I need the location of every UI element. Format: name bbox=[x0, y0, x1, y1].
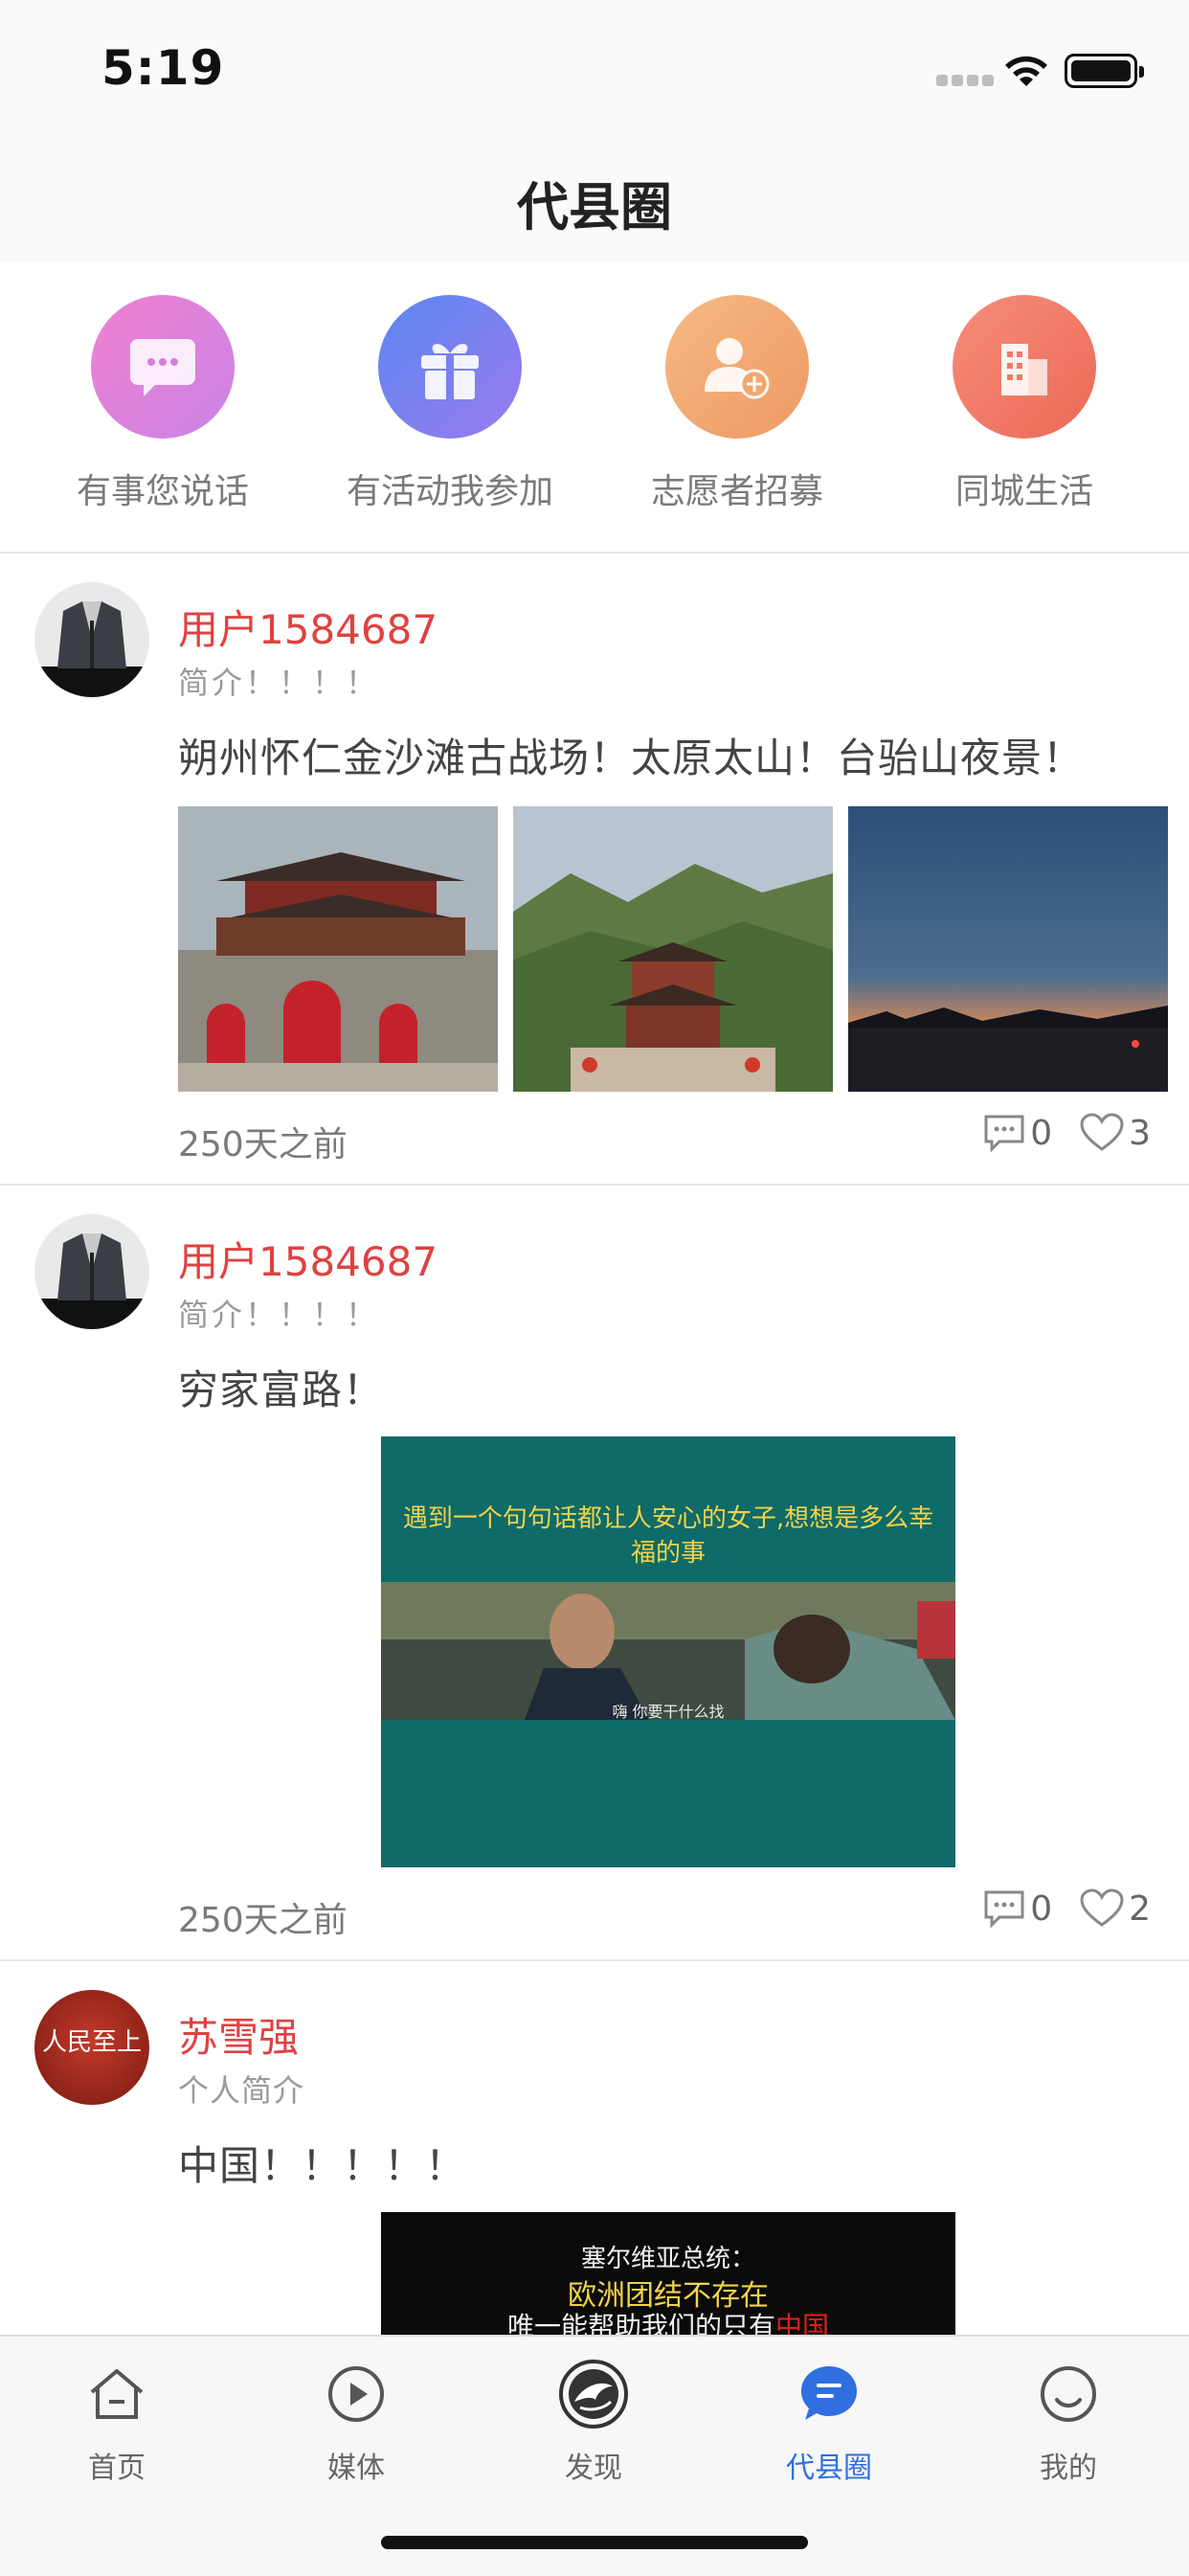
video-caption: 遇到一个句句话都让人安心的女子,想想是多么幸福的事 bbox=[402, 1504, 934, 1568]
post-stats: 0 3 bbox=[955, 1113, 1151, 1153]
category-label: 有事您说话 bbox=[76, 472, 249, 511]
post-card[interactable]: 用户1584687 简介！！！！ 朔州怀仁金沙滩古战场！太原太山！台骀山夜景！ bbox=[0, 554, 1189, 1186]
video-caption-line3-prefix: 唯一能帮助我们的只有 bbox=[506, 2311, 775, 2335]
video-thumbnail[interactable]: 塞尔维亚总统： 欧洲团结不存在 唯一能帮助我们的只有中国 bbox=[381, 2212, 955, 2335]
category-item-activity[interactable]: 有活动我参加 bbox=[325, 295, 574, 513]
home-icon bbox=[21, 2358, 213, 2430]
city-gate-photo[interactable] bbox=[178, 806, 498, 1092]
mountain-pavilion-photo[interactable] bbox=[513, 806, 833, 1092]
heart-icon bbox=[1080, 1113, 1124, 1151]
username[interactable]: 苏雪强 bbox=[178, 2005, 299, 2064]
tab-media[interactable]: 媒体 bbox=[260, 2358, 452, 2486]
tab-daixianquan[interactable]: 代县圈 bbox=[733, 2358, 925, 2486]
status-bar: 5:19 bbox=[0, 0, 1189, 144]
tab-label: 媒体 bbox=[327, 2452, 385, 2485]
post-time: 250天之前 bbox=[178, 1901, 348, 1940]
tab-discover[interactable]: 发现 bbox=[498, 2358, 689, 2486]
tab-home[interactable]: 首页 bbox=[21, 2358, 213, 2486]
avatar-text: 人民至上 bbox=[41, 2028, 142, 2057]
play-icon bbox=[260, 2358, 452, 2430]
discover-icon bbox=[498, 2358, 689, 2430]
page-title: 代县圈 bbox=[517, 177, 672, 237]
building-icon bbox=[953, 295, 1096, 439]
username[interactable]: 用户1584687 bbox=[178, 1230, 437, 1288]
comment-icon bbox=[984, 1890, 1024, 1929]
comment-count: 0 bbox=[1030, 1888, 1053, 1929]
user-bio: 简介！！！！ bbox=[178, 1297, 380, 1333]
category-item-citylife[interactable]: 同城生活 bbox=[900, 295, 1149, 513]
avatar[interactable] bbox=[34, 582, 149, 697]
night-sunset-photo[interactable] bbox=[848, 806, 1168, 1092]
comment-button[interactable]: 0 bbox=[982, 1113, 1052, 1153]
tab-label: 首页 bbox=[88, 2452, 146, 2485]
battery-icon bbox=[1065, 54, 1144, 88]
chat-icon bbox=[91, 295, 235, 439]
like-button[interactable]: 2 bbox=[1079, 1888, 1151, 1929]
username[interactable]: 用户1584687 bbox=[178, 598, 437, 656]
video-caption-line3-highlight: 中国 bbox=[775, 2311, 830, 2335]
video-thumbnail[interactable]: 遇到一个句句话都让人安心的女子,想想是多么幸福的事 嗨 你要干什么找 bbox=[381, 1436, 955, 1867]
post-content: 穷家富路！ bbox=[178, 1367, 385, 1413]
user-bio: 个人简介 bbox=[178, 2072, 305, 2109]
category-label: 有活动我参加 bbox=[346, 472, 553, 511]
like-button[interactable]: 3 bbox=[1079, 1113, 1151, 1153]
heart-icon bbox=[1080, 1888, 1124, 1927]
like-count: 3 bbox=[1129, 1113, 1151, 1153]
category-row: 有事您说话 有活动我参加 志愿者招募 同城生活 bbox=[0, 262, 1189, 554]
nav-bar: 代县圈 bbox=[0, 144, 1189, 262]
signal-icon bbox=[936, 75, 994, 86]
comment-icon bbox=[984, 1115, 1024, 1153]
comment-button[interactable]: 0 bbox=[982, 1888, 1052, 1929]
post-content: 朔州怀仁金沙滩古战场！太原太山！台骀山夜景！ bbox=[178, 734, 1085, 781]
like-count: 2 bbox=[1129, 1888, 1151, 1929]
category-item-talk[interactable]: 有事您说话 bbox=[38, 295, 287, 513]
user-bio: 简介！！！！ bbox=[178, 665, 380, 701]
post-card[interactable]: 人民至上 苏雪强 个人简介 中国！！！！！ 塞尔维亚总统： 欧洲团结不存在 唯一… bbox=[0, 1961, 1189, 2335]
category-label: 志愿者招募 bbox=[650, 472, 823, 511]
tab-mine[interactable]: 我的 bbox=[973, 2358, 1164, 2486]
volunteer-add-icon bbox=[665, 295, 809, 439]
video-caption-line3: 唯一能帮助我们的只有中国 bbox=[381, 2306, 955, 2335]
category-item-volunteer[interactable]: 志愿者招募 bbox=[613, 295, 862, 513]
gift-icon bbox=[378, 295, 522, 439]
video-subtitle: 嗨 你要干什么找 bbox=[612, 1703, 725, 1721]
post-time: 250天之前 bbox=[178, 1125, 348, 1164]
video-caption-line1: 塞尔维亚总统： bbox=[580, 2245, 755, 2273]
avatar[interactable] bbox=[34, 1214, 149, 1329]
post-content: 中国！！！！！ bbox=[178, 2142, 467, 2189]
smile-icon bbox=[973, 2358, 1164, 2430]
post-card[interactable]: 用户1584687 简介！！！！ 穷家富路！ 遇到一个句句话都让人安心的女子,想… bbox=[0, 1186, 1189, 1961]
post-stats: 0 2 bbox=[955, 1888, 1151, 1929]
comment-count: 0 bbox=[1030, 1113, 1053, 1153]
home-indicator bbox=[381, 2536, 808, 2549]
tab-label: 代县圈 bbox=[786, 2452, 872, 2485]
avatar[interactable]: 人民至上 bbox=[34, 1990, 149, 2105]
status-time: 5:19 bbox=[101, 40, 225, 96]
wifi-icon bbox=[1001, 52, 1051, 94]
tab-label: 我的 bbox=[1040, 2452, 1097, 2485]
category-label: 同城生活 bbox=[954, 472, 1093, 511]
tab-label: 发现 bbox=[565, 2452, 622, 2485]
message-icon bbox=[733, 2358, 925, 2430]
